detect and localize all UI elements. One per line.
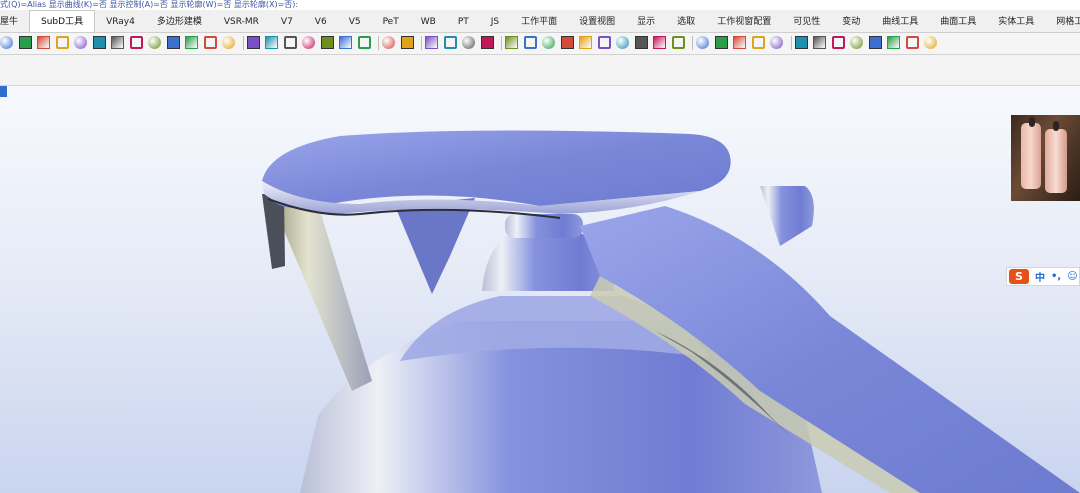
trigger-bar bbox=[395, 198, 475, 294]
tab-19[interactable]: 曲线工具 bbox=[871, 11, 929, 32]
arrow-icon[interactable] bbox=[905, 36, 919, 49]
tab-8[interactable]: PeT bbox=[372, 11, 410, 32]
viewport-perspective[interactable] bbox=[0, 86, 1080, 493]
tab-5[interactable]: V7 bbox=[270, 11, 304, 32]
tab-13[interactable]: 设置视图 bbox=[568, 11, 626, 32]
toolbar-separator bbox=[692, 36, 693, 50]
tab-4[interactable]: VSR-MR bbox=[213, 11, 270, 32]
cube-shell-icon[interactable] bbox=[542, 36, 555, 49]
curve-tool-icon[interactable] bbox=[111, 36, 124, 49]
sphere-rot-icon[interactable] bbox=[696, 36, 709, 49]
sphere-icon[interactable] bbox=[0, 36, 13, 49]
nozzle-tube bbox=[760, 186, 814, 246]
cross-icon[interactable] bbox=[924, 36, 937, 49]
tab-10[interactable]: PT bbox=[447, 11, 480, 32]
pump-photo-2 bbox=[1053, 121, 1059, 131]
tab-0[interactable]: 屋牛 bbox=[0, 11, 29, 32]
emoji-icon[interactable]: ☺ bbox=[1067, 271, 1077, 282]
branch-icon[interactable] bbox=[148, 36, 161, 49]
punctuation-icon[interactable]: •, bbox=[1051, 271, 1061, 282]
stack-icon[interactable] bbox=[634, 36, 648, 49]
image-icon[interactable] bbox=[887, 36, 900, 49]
tab-6[interactable]: V6 bbox=[304, 11, 338, 32]
torus-icon[interactable] bbox=[55, 36, 69, 49]
toolbar-separator bbox=[790, 36, 792, 50]
tab-20[interactable]: 曲面工具 bbox=[929, 11, 987, 32]
tools-icon[interactable] bbox=[653, 36, 666, 49]
toolbar-separator bbox=[242, 36, 244, 50]
tab-3[interactable]: 多边形建模 bbox=[146, 11, 213, 32]
no-icon[interactable] bbox=[751, 36, 765, 49]
tab-12[interactable]: 工作平面 bbox=[510, 11, 568, 32]
lamp-icon[interactable] bbox=[462, 36, 475, 49]
tab-2[interactable]: VRay4 bbox=[95, 11, 146, 32]
toolbar-tab-bar: 屋牛 SubD工具 VRay4 多边形建模 VSR-MR V7 V6 V5 PeT WB PT JS 工… bbox=[0, 10, 1080, 33]
cube-render-icon[interactable] bbox=[320, 36, 334, 49]
toolbar-separator bbox=[378, 36, 379, 50]
sphere-cut-icon[interactable] bbox=[733, 36, 746, 49]
material-icon[interactable] bbox=[480, 36, 494, 49]
command-line: 式(Q)=Alias 显示曲线(K)=否 显示控制(A)=否 显示轮廓(W)=否… bbox=[0, 0, 1080, 10]
sphere-blue-icon[interactable] bbox=[18, 36, 32, 49]
star-icon[interactable] bbox=[794, 36, 808, 49]
render-icon[interactable] bbox=[579, 36, 592, 49]
globe-icon[interactable] bbox=[616, 36, 629, 49]
tab-1[interactable]: SubD工具 bbox=[29, 10, 96, 32]
ime-toolbar[interactable]: S 中 •, ☺ bbox=[1006, 267, 1080, 286]
ellipsoid-icon[interactable] bbox=[37, 36, 50, 49]
sphere-sm-icon[interactable] bbox=[74, 36, 87, 49]
gear-icon[interactable] bbox=[92, 36, 106, 49]
tool-strip bbox=[0, 33, 1080, 55]
flow-icon[interactable] bbox=[560, 36, 574, 49]
wave-icon[interactable] bbox=[868, 36, 882, 49]
sogou-logo-icon: S bbox=[1009, 269, 1029, 284]
viewport-corner-handle[interactable] bbox=[0, 86, 7, 97]
dots-icon[interactable] bbox=[597, 36, 611, 49]
tab-15[interactable]: 选取 bbox=[666, 11, 706, 32]
tab-16[interactable]: 工作视窗配置 bbox=[706, 11, 782, 32]
model-render bbox=[262, 130, 1080, 493]
transform-icon[interactable] bbox=[203, 36, 217, 49]
book-icon[interactable] bbox=[850, 36, 863, 49]
layer-icon[interactable] bbox=[425, 36, 438, 49]
cube-icon[interactable] bbox=[302, 36, 315, 49]
toolbar-separator bbox=[421, 36, 422, 50]
ime-mode-label[interactable]: 中 bbox=[1035, 269, 1045, 284]
toolbar-separator bbox=[501, 36, 502, 50]
tab-14[interactable]: 显示 bbox=[626, 11, 666, 32]
mesh-grid-icon[interactable] bbox=[357, 36, 371, 49]
grid-select-icon[interactable] bbox=[246, 36, 260, 49]
surface-icon[interactable] bbox=[166, 36, 180, 49]
bottle-photo-1 bbox=[1021, 123, 1041, 189]
bottle-photo-2 bbox=[1045, 129, 1067, 193]
tab-21[interactable]: 实体工具 bbox=[987, 11, 1045, 32]
house-icon[interactable] bbox=[813, 36, 826, 49]
pump-photo-1 bbox=[1029, 117, 1035, 127]
box-icon[interactable] bbox=[222, 36, 235, 49]
tab-9[interactable]: WB bbox=[410, 11, 447, 32]
spring-icon[interactable] bbox=[400, 36, 414, 49]
link-icon[interactable] bbox=[770, 36, 783, 49]
frame-icon[interactable] bbox=[443, 36, 457, 49]
bucket-icon[interactable] bbox=[523, 36, 537, 49]
sphere-edit-icon[interactable] bbox=[283, 36, 297, 49]
grid-icon[interactable] bbox=[505, 36, 518, 49]
tab-22[interactable]: 网格工 bbox=[1045, 11, 1080, 32]
bend-icon[interactable] bbox=[265, 36, 278, 49]
layers-icon[interactable] bbox=[831, 36, 845, 49]
secondary-toolbar-band bbox=[0, 55, 1080, 86]
tab-17[interactable]: 可见性 bbox=[782, 11, 831, 32]
sphere-half-icon[interactable] bbox=[714, 36, 728, 49]
mesh-icon[interactable] bbox=[339, 36, 352, 49]
tab-11[interactable]: JS bbox=[480, 11, 510, 32]
tube-icon[interactable] bbox=[382, 36, 395, 49]
tab-7[interactable]: V5 bbox=[338, 11, 372, 32]
camera-icon[interactable] bbox=[671, 36, 685, 49]
arrows-icon[interactable] bbox=[129, 36, 143, 49]
reference-image-thumbnail[interactable] bbox=[1011, 115, 1080, 201]
patch-icon[interactable] bbox=[185, 36, 198, 49]
tab-18[interactable]: 变动 bbox=[831, 11, 871, 32]
bottle-cap bbox=[505, 214, 583, 238]
